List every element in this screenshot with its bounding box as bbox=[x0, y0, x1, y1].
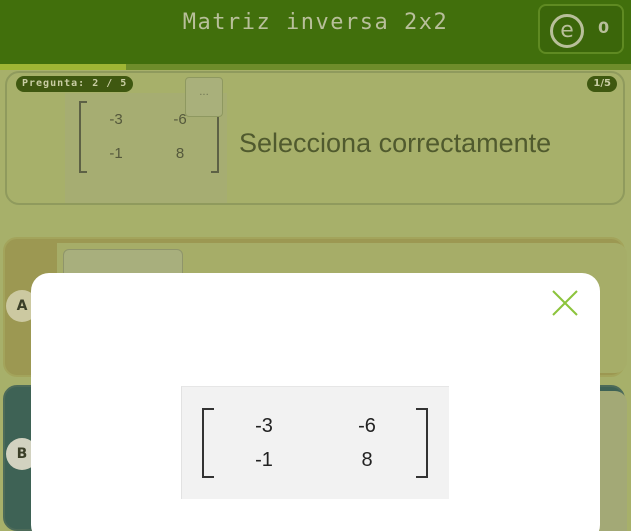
score-box: e 0 bbox=[538, 4, 624, 54]
enlarged-matrix-panel: -3 -6 -1 8 bbox=[181, 386, 449, 499]
matrix-cell: -6 bbox=[358, 415, 376, 437]
question-number-badge: Pregunta: 2 / 5 bbox=[16, 76, 134, 92]
matrix-cell: -1 bbox=[109, 145, 123, 162]
close-button[interactable] bbox=[549, 287, 581, 319]
left-bracket bbox=[202, 408, 214, 478]
close-icon bbox=[552, 290, 578, 316]
matrix-cell: 8 bbox=[175, 145, 185, 162]
image-modal: -3 -6 -1 8 bbox=[31, 273, 600, 531]
expand-image-button[interactable]: ... bbox=[185, 77, 223, 117]
question-counter-badge: 1/5 bbox=[587, 76, 617, 92]
question-card: Pregunta: 2 / 5 1/5 -3 -6 -1 8 ... Selec… bbox=[5, 71, 625, 205]
matrix-cell: -1 bbox=[255, 449, 273, 471]
app-title: Matriz inversa 2x2 bbox=[182, 10, 449, 35]
score-value: 0 bbox=[598, 18, 610, 37]
question-prompt: Selecciona correctamente bbox=[239, 128, 552, 158]
matrix-cell: -3 bbox=[109, 111, 123, 128]
matrix-cell: -3 bbox=[255, 415, 273, 437]
matrix-cell: 8 bbox=[361, 449, 373, 471]
score-icon: e bbox=[550, 14, 584, 48]
left-bracket bbox=[79, 101, 87, 173]
top-bar: Matriz inversa 2x2 e 0 bbox=[0, 0, 631, 64]
right-bracket bbox=[416, 408, 428, 478]
progress-bar bbox=[0, 64, 126, 70]
